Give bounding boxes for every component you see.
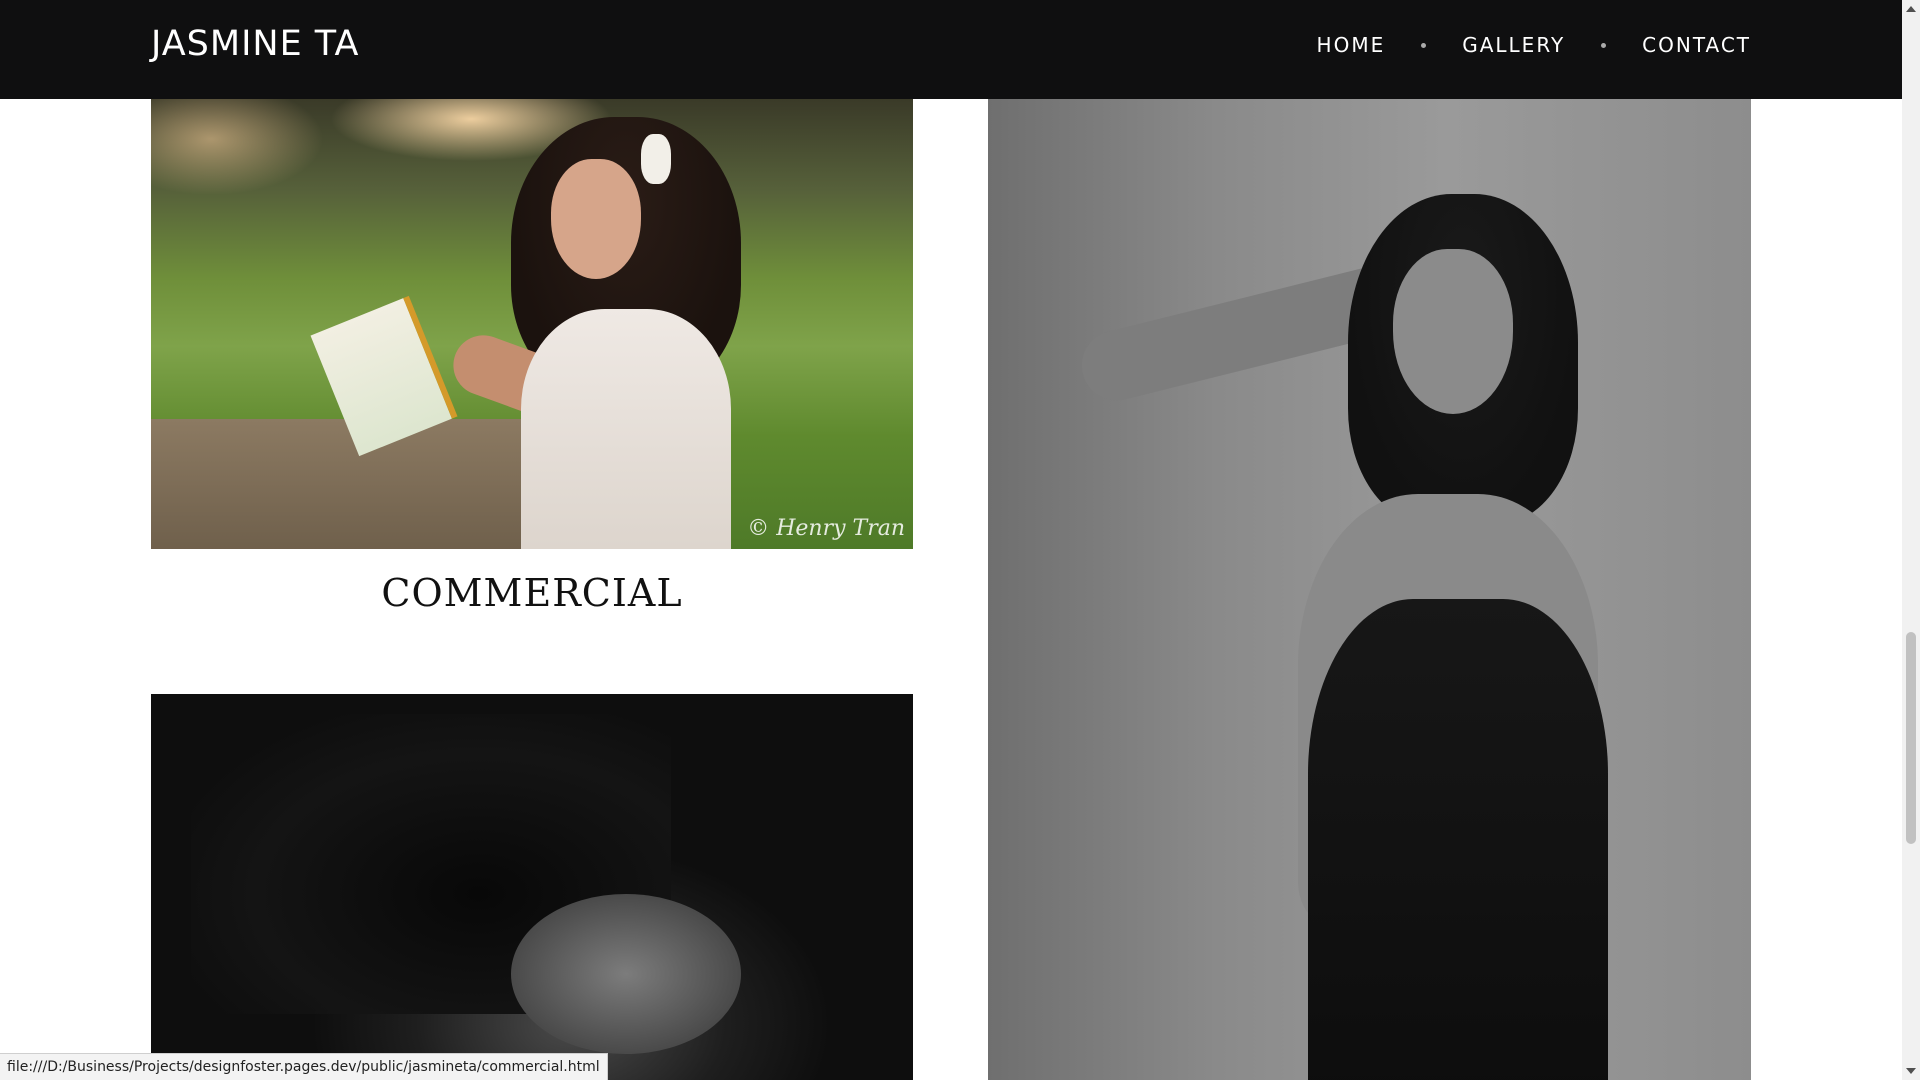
page-scrollbar[interactable] [1902,0,1920,1080]
photo-watermark: © Henry Tran [747,516,905,541]
site-logo[interactable]: JASMINE TA [151,24,359,64]
nav-contact-link[interactable]: CONTACT [1642,33,1751,57]
nav-separator-dot [1601,42,1607,48]
scroll-up-button[interactable] [1902,0,1920,18]
gallery-photo-black-dress[interactable] [988,99,1751,1080]
link-status-bar: file:///D:/Business/Projects/designfoste… [0,1053,608,1080]
nav-home-link[interactable]: HOME [1317,33,1386,57]
nav-gallery-link[interactable]: GALLERY [1462,33,1565,57]
nav-separator-dot [1421,42,1427,48]
main-nav: HOME GALLERY CONTACT [1317,33,1751,57]
page: JASMINE TA HOME GALLERY CONTACT © Henry … [0,0,1902,1080]
gallery-photo-reading-book[interactable]: © Henry Tran [151,99,913,549]
scroll-thumb[interactable] [1906,632,1916,844]
gallery-photo-lying-portrait[interactable] [151,694,913,1080]
chevron-up-icon [1906,6,1916,12]
chevron-down-icon [1906,1068,1916,1074]
scroll-down-button[interactable] [1902,1062,1920,1080]
section-title-commercial[interactable]: COMMERCIAL [151,571,913,615]
top-navbar: JASMINE TA HOME GALLERY CONTACT [0,0,1902,99]
